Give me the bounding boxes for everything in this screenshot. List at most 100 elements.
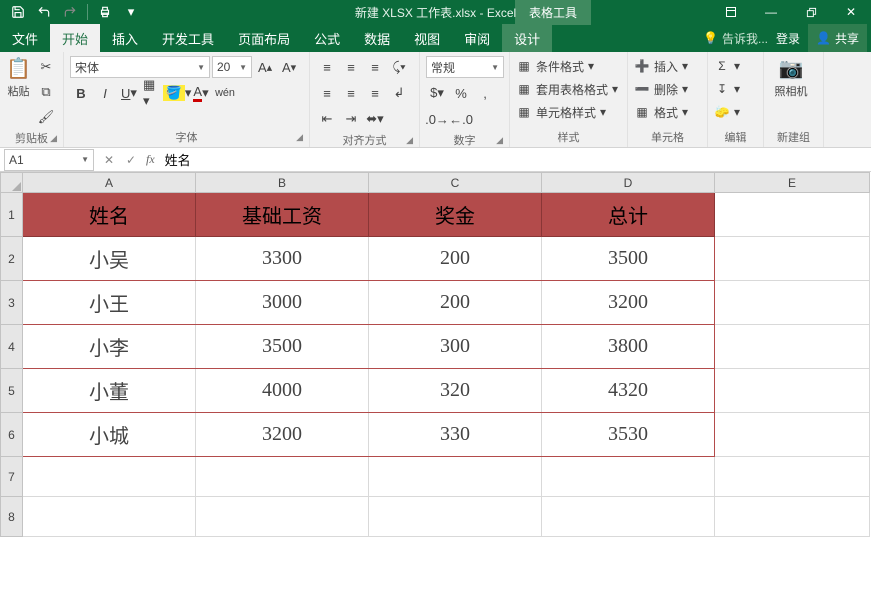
tab-developer[interactable]: 开发工具 bbox=[150, 24, 226, 52]
row-header[interactable]: 3 bbox=[1, 281, 23, 325]
row-header[interactable]: 1 bbox=[1, 193, 23, 237]
close-icon[interactable]: ✕ bbox=[831, 0, 871, 24]
decrease-indent-icon[interactable]: ⇤ bbox=[316, 108, 338, 130]
row-header[interactable]: 7 bbox=[1, 457, 23, 497]
undo-icon[interactable] bbox=[32, 2, 56, 22]
wrap-text-icon[interactable]: ↲ bbox=[388, 82, 410, 104]
align-bottom-icon[interactable]: ≡ bbox=[364, 56, 386, 78]
increase-decimal-icon[interactable]: .0→ bbox=[426, 108, 448, 130]
decrease-font-icon[interactable]: A▾ bbox=[278, 56, 300, 78]
cell[interactable]: 330 bbox=[369, 413, 542, 457]
cell[interactable]: 4000 bbox=[196, 369, 369, 413]
tab-formulas[interactable]: 公式 bbox=[302, 24, 352, 52]
col-header[interactable]: B bbox=[196, 173, 369, 193]
comma-icon[interactable]: , bbox=[474, 82, 496, 104]
cell[interactable]: 小城 bbox=[23, 413, 196, 457]
ribbon-display-icon[interactable] bbox=[711, 0, 751, 24]
share-button[interactable]: 👤共享 bbox=[808, 24, 867, 52]
tab-page-layout[interactable]: 页面布局 bbox=[226, 24, 302, 52]
cancel-formula-icon[interactable]: ✕ bbox=[98, 149, 120, 171]
row-header[interactable]: 8 bbox=[1, 497, 23, 537]
cell[interactable] bbox=[23, 457, 196, 497]
clear-button[interactable]: 🧽▾ bbox=[714, 102, 740, 122]
col-header[interactable]: C bbox=[369, 173, 542, 193]
cell[interactable]: 基础工资 bbox=[196, 193, 369, 237]
conditional-formatting-button[interactable]: ▦条件格式 ▾ bbox=[516, 56, 594, 76]
dialog-launcher-icon[interactable]: ◢ bbox=[496, 135, 503, 146]
cell[interactable]: 200 bbox=[369, 281, 542, 325]
align-middle-icon[interactable]: ≡ bbox=[340, 56, 362, 78]
format-painter-icon[interactable]: 🖌 bbox=[35, 106, 57, 128]
underline-icon[interactable]: U ▾ bbox=[118, 82, 140, 104]
cell[interactable] bbox=[715, 413, 870, 457]
cell[interactable] bbox=[715, 457, 870, 497]
cell[interactable]: 小王 bbox=[23, 281, 196, 325]
cell[interactable]: 3300 bbox=[196, 237, 369, 281]
border-icon[interactable]: ▦ ▾ bbox=[142, 82, 164, 104]
cell[interactable]: 3500 bbox=[542, 237, 715, 281]
cell[interactable] bbox=[715, 193, 870, 237]
cell[interactable] bbox=[369, 497, 542, 537]
dialog-launcher-icon[interactable]: ◢ bbox=[406, 135, 413, 146]
enter-formula-icon[interactable]: ✓ bbox=[120, 149, 142, 171]
cell[interactable] bbox=[715, 237, 870, 281]
redo-icon[interactable] bbox=[58, 2, 82, 22]
cell[interactable] bbox=[196, 497, 369, 537]
cell[interactable]: 3200 bbox=[196, 413, 369, 457]
cell[interactable]: 3000 bbox=[196, 281, 369, 325]
row-header[interactable]: 6 bbox=[1, 413, 23, 457]
number-format-combo[interactable]: 常规▼ bbox=[426, 56, 504, 78]
cell[interactable]: 总计 bbox=[542, 193, 715, 237]
select-all-corner[interactable] bbox=[1, 173, 23, 193]
cell[interactable]: 3500 bbox=[196, 325, 369, 369]
dialog-launcher-icon[interactable]: ◢ bbox=[50, 133, 57, 144]
align-center-icon[interactable]: ≡ bbox=[340, 82, 362, 104]
row-header[interactable]: 4 bbox=[1, 325, 23, 369]
name-box[interactable]: A1▼ bbox=[4, 149, 94, 171]
font-name-combo[interactable]: 宋体▼ bbox=[70, 56, 210, 78]
tab-home[interactable]: 开始 bbox=[50, 24, 100, 52]
cell[interactable]: 4320 bbox=[542, 369, 715, 413]
delete-cells-button[interactable]: ➖删除 ▾ bbox=[634, 79, 688, 99]
cell[interactable] bbox=[715, 369, 870, 413]
cell[interactable]: 奖金 bbox=[369, 193, 542, 237]
percent-icon[interactable]: % bbox=[450, 82, 472, 104]
col-header[interactable]: D bbox=[542, 173, 715, 193]
format-cells-button[interactable]: ▦格式 ▾ bbox=[634, 102, 688, 122]
paste-button[interactable]: 📋 粘贴 bbox=[6, 56, 31, 99]
cell[interactable]: 3200 bbox=[542, 281, 715, 325]
cell-styles-button[interactable]: ▦单元格样式 ▾ bbox=[516, 102, 606, 122]
cell[interactable]: 小董 bbox=[23, 369, 196, 413]
font-size-combo[interactable]: 20▼ bbox=[212, 56, 252, 78]
save-icon[interactable] bbox=[6, 2, 30, 22]
cell[interactable] bbox=[715, 281, 870, 325]
quick-print-icon[interactable] bbox=[93, 2, 117, 22]
merge-icon[interactable]: ⬌▾ bbox=[364, 108, 386, 130]
align-right-icon[interactable]: ≡ bbox=[364, 82, 386, 104]
align-left-icon[interactable]: ≡ bbox=[316, 82, 338, 104]
tab-review[interactable]: 审阅 bbox=[452, 24, 502, 52]
cell[interactable]: 小李 bbox=[23, 325, 196, 369]
cell[interactable] bbox=[542, 497, 715, 537]
autosum-button[interactable]: Σ▾ bbox=[714, 56, 740, 76]
fill-button[interactable]: ↧▾ bbox=[714, 79, 740, 99]
row-header[interactable]: 5 bbox=[1, 369, 23, 413]
format-as-table-button[interactable]: ▦套用表格格式 ▾ bbox=[516, 79, 618, 99]
dialog-launcher-icon[interactable]: ◢ bbox=[296, 132, 303, 143]
restore-icon[interactable] bbox=[791, 0, 831, 24]
cell[interactable] bbox=[369, 457, 542, 497]
increase-font-icon[interactable]: A▴ bbox=[254, 56, 276, 78]
phonetic-icon[interactable]: wén bbox=[214, 82, 236, 104]
orientation-icon[interactable]: ⤹▾ bbox=[388, 56, 410, 78]
camera-button[interactable]: 📷 照相机 bbox=[770, 56, 812, 99]
worksheet[interactable]: A B C D E 1 姓名 基础工资 奖金 总计 2 小吴 3300 200 … bbox=[0, 172, 871, 613]
insert-cells-button[interactable]: ➕插入 ▾ bbox=[634, 56, 688, 76]
font-color-icon[interactable]: A▾ bbox=[190, 82, 212, 104]
fill-color-icon[interactable]: 🪣▾ bbox=[166, 82, 188, 104]
tell-me[interactable]: 💡告诉我... bbox=[703, 30, 768, 47]
cell[interactable] bbox=[715, 497, 870, 537]
cell[interactable] bbox=[23, 497, 196, 537]
cell[interactable]: 320 bbox=[369, 369, 542, 413]
copy-icon[interactable]: ⧉ bbox=[35, 81, 57, 103]
row-header[interactable]: 2 bbox=[1, 237, 23, 281]
